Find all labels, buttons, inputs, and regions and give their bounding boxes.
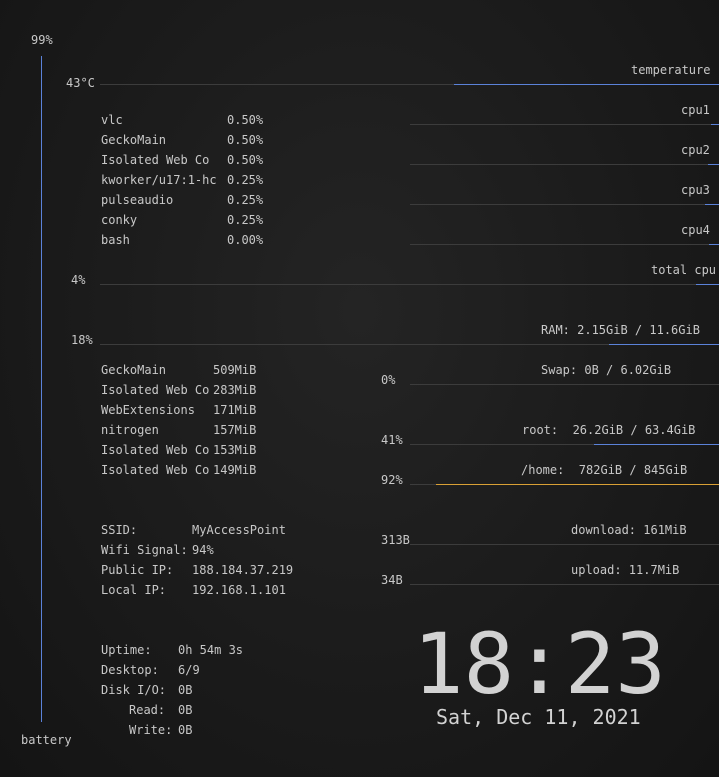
upload-rate: 34B [381,573,403,587]
battery-gauge [41,56,42,722]
ram-label: RAM: 2.15GiB / 11.6GiB [541,323,700,337]
network-key: Local IP: [101,583,167,597]
top-cpu-name: bash [101,233,130,247]
root-bar [594,444,719,445]
network-key: Wifi Signal: [101,543,188,557]
battery-label: battery [21,733,72,747]
swap-track [410,384,719,385]
top-cpu-name: GeckoMain [101,133,167,147]
top-mem-value: 149MiB [213,463,257,477]
top-mem-value: 171MiB [213,403,257,417]
desktop-key: Desktop: [101,663,159,677]
uptime-key: Uptime: [101,643,152,657]
download-rate: 313B [381,533,410,547]
top-mem-value: 509MiB [213,363,257,377]
uptime-value: 0h 54m 3s [178,643,244,657]
top-mem-name: WebExtensions [101,403,195,417]
home-percent: 92% [381,473,403,487]
top-mem-name: Isolated Web Co [101,383,210,397]
cpu1-label: cpu1 [681,103,710,117]
upload-track [410,584,719,585]
total-cpu-label: total cpu [651,263,717,277]
home-label: /home: 782GiB / 845GiB [521,463,688,477]
top-mem-name: nitrogen [101,423,159,437]
download-label: download: 161MiB [571,523,687,537]
cpu4-track [410,244,719,245]
top-mem-value: 153MiB [213,443,257,457]
network-value: 192.168.1.101 [192,583,286,597]
cpu2-label: cpu2 [681,143,710,157]
top-cpu-value: 0.25% [227,173,264,187]
root-percent: 41% [381,433,403,447]
temperature-label: temperature [631,63,711,77]
top-cpu-name: kworker/u17:1-hc [101,173,217,187]
desktop-value: 6/9 [178,663,200,677]
cpu3-track [410,204,719,205]
cpu4-bar [709,244,719,245]
total-cpu-percent: 4% [71,273,86,287]
network-value: 188.184.37.219 [192,563,294,577]
root-label: root: 26.2GiB / 63.4GiB [522,423,696,437]
home-bar [436,484,719,485]
clock-date: Sat, Dec 11, 2021 [436,705,641,729]
total-cpu-track [100,284,719,285]
top-cpu-value: 0.25% [227,193,264,207]
cpu4-label: cpu4 [681,223,710,237]
top-cpu-name: pulseaudio [101,193,174,207]
network-key: Public IP: [101,563,174,577]
top-cpu-name: vlc [101,113,123,127]
cpu2-track [410,164,719,165]
top-cpu-value: 0.50% [227,113,264,127]
top-cpu-value: 0.50% [227,153,264,167]
cpu1-track [410,124,719,125]
network-key: SSID: [101,523,138,537]
diskio-key: Disk I/O: [101,683,167,697]
write-key: Write: [129,723,173,737]
top-mem-name: GeckoMain [101,363,167,377]
cpu1-bar [711,124,719,125]
upload-label: upload: 11.7MiB [571,563,680,577]
swap-percent: 0% [381,373,396,387]
cpu3-bar [705,204,719,205]
top-cpu-name: Isolated Web Co [101,153,210,167]
network-value: 94% [192,543,214,557]
battery-percent: 99% [31,33,53,47]
cpu3-label: cpu3 [681,183,710,197]
swap-label: Swap: 0B / 6.02GiB [541,363,672,377]
top-mem-value: 283MiB [213,383,257,397]
total-cpu-bar [696,284,719,285]
memory-percent: 18% [71,333,93,347]
network-value: MyAccessPoint [192,523,286,537]
top-mem-value: 157MiB [213,423,257,437]
top-cpu-name: conky [101,213,138,227]
top-cpu-value: 0.50% [227,133,264,147]
top-cpu-value: 0.25% [227,213,264,227]
temperature-bar [454,84,719,85]
top-mem-name: Isolated Web Co [101,463,210,477]
read-key: Read: [129,703,166,717]
top-mem-name: Isolated Web Co [101,443,210,457]
diskio-value: 0B [178,683,193,697]
temperature-value: 43°C [66,76,95,90]
download-track [410,544,719,545]
read-value: 0B [178,703,193,717]
cpu2-bar [708,164,719,165]
clock-time: 18:23 [413,615,666,713]
ram-bar [609,344,719,345]
top-cpu-value: 0.00% [227,233,264,247]
write-value: 0B [178,723,193,737]
